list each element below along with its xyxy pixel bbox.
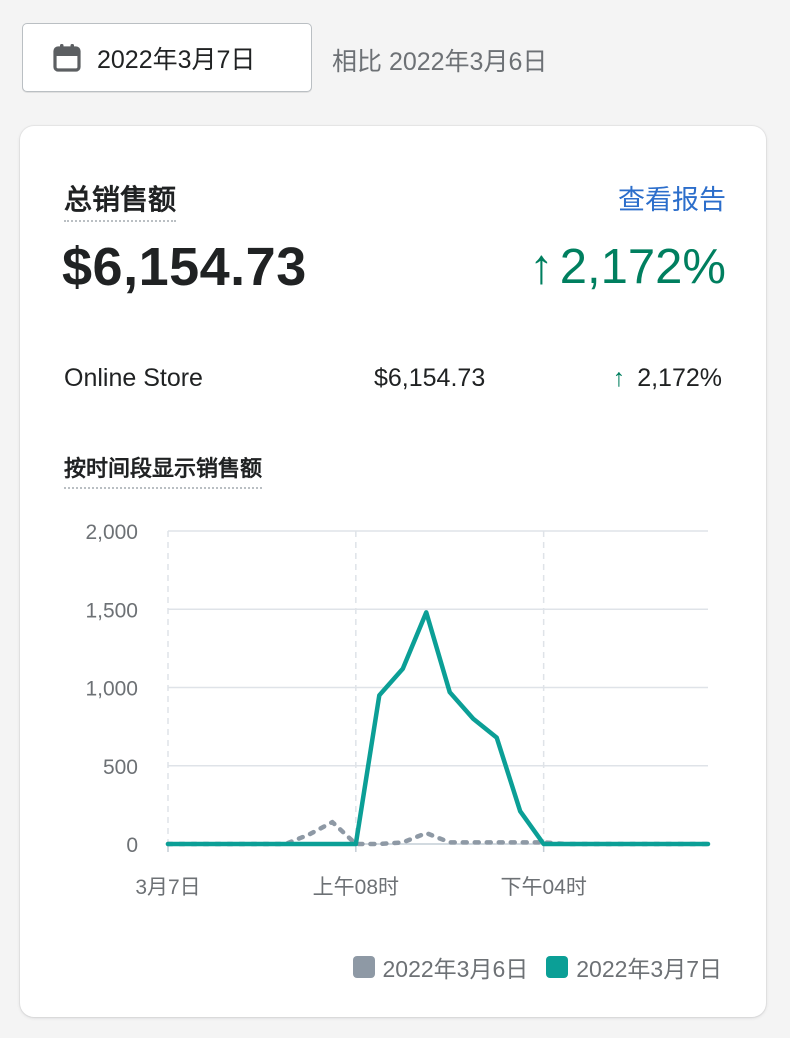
series-line-current bbox=[165, 610, 711, 847]
legend-item-compare[interactable]: 2022年3月6日 bbox=[352, 950, 529, 984]
calendar-icon bbox=[53, 43, 81, 72]
y-tick-label: 0 bbox=[126, 834, 138, 857]
x-tick-label: 3月7日 bbox=[135, 876, 200, 899]
total-sales-card: 总销售额 查看报告 $6,154.73 ↑ 2,172% Online Stor… bbox=[20, 126, 766, 1017]
x-tick-label: 下午04时 bbox=[500, 876, 586, 899]
chart-legend: 2022年3月6日 2022年3月7日 bbox=[352, 950, 722, 984]
compare-label: 相比 2022年3月6日 bbox=[332, 48, 548, 76]
legend-label: 2022年3月7日 bbox=[576, 956, 722, 982]
legend-label: 2022年3月6日 bbox=[382, 956, 529, 982]
y-tick-label: 500 bbox=[103, 756, 138, 779]
y-tick-label: 1,000 bbox=[85, 678, 138, 701]
y-tick-label: 1,500 bbox=[85, 599, 138, 622]
y-tick-label: 2,000 bbox=[85, 521, 138, 544]
sales-line-chart: 0 500 1,000 1,500 2,000 3月7日 上午08时 下午04时 bbox=[85, 521, 711, 899]
legend-swatch-current bbox=[546, 956, 569, 978]
date-picker-button[interactable]: 2022年3月7日 bbox=[22, 23, 312, 92]
legend-swatch-compare bbox=[352, 956, 375, 978]
series-line-compare bbox=[165, 819, 711, 847]
x-tick-label: 上午08时 bbox=[313, 876, 399, 899]
legend-item-current[interactable]: 2022年3月7日 bbox=[546, 950, 722, 984]
date-label: 2022年3月7日 bbox=[97, 45, 256, 74]
